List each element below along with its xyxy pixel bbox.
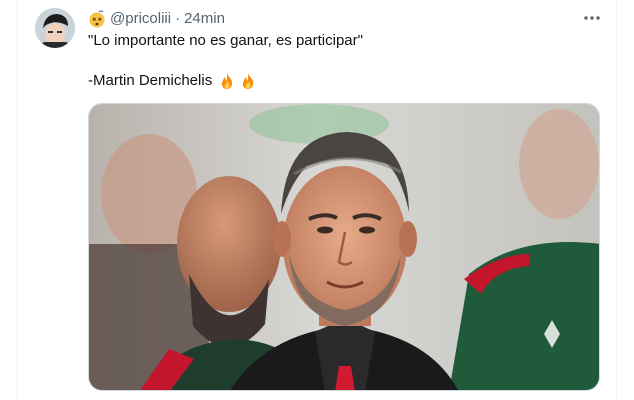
tweet-timestamp[interactable]: 24min xyxy=(184,9,225,29)
tweet-quote-author: -Martin Demichelis xyxy=(88,72,213,89)
tweet-text-line-1: "Lo importante no es ganar, es participa… xyxy=(88,32,363,49)
author-avatar[interactable] xyxy=(35,8,75,48)
timeline-divider-right xyxy=(616,0,617,400)
tweet-header: @pricoliii · 24min xyxy=(88,9,225,29)
tweet-photo[interactable] xyxy=(88,103,600,391)
fire-emoji-icon xyxy=(222,73,233,89)
author-handle[interactable]: @pricoliii xyxy=(110,9,171,29)
more-dots-icon[interactable] xyxy=(580,8,604,28)
dizzy-face-emoji-icon xyxy=(89,10,105,28)
timeline-divider-left xyxy=(17,0,18,400)
photo-illustration xyxy=(89,104,599,390)
header-separator: · xyxy=(175,10,181,27)
tweet-text-line-2: -Martin Demichelis xyxy=(88,71,257,91)
fire-emoji-icon xyxy=(243,73,254,89)
